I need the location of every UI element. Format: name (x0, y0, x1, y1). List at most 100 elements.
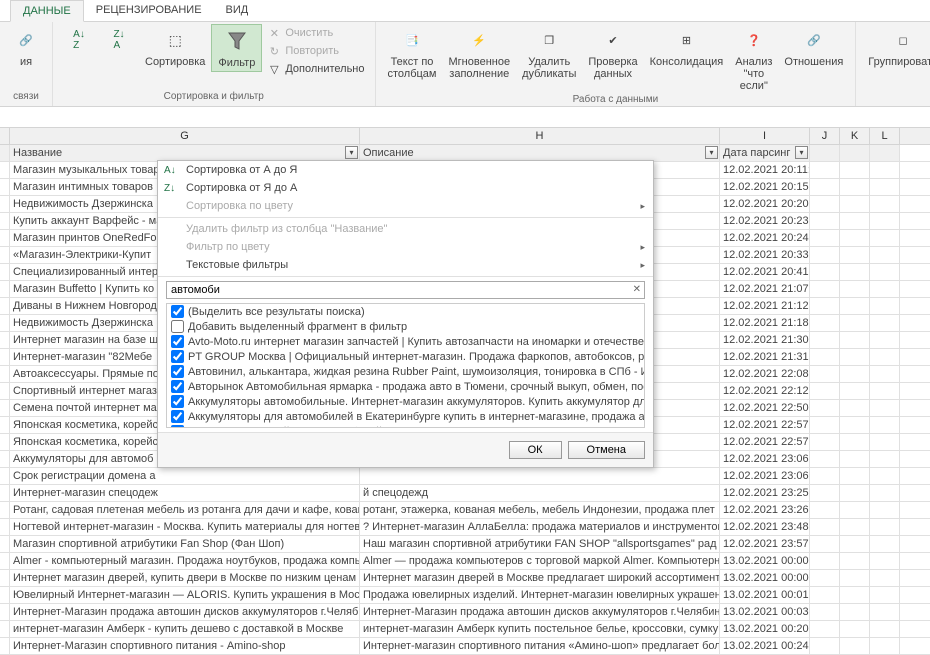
tab-review[interactable]: РЕЦЕНЗИРОВАНИЕ (84, 0, 214, 21)
cell-date[interactable]: 13.02.2021 00:00:48 (720, 570, 810, 586)
advanced-filter-button[interactable]: ▽Дополнительно (262, 60, 368, 78)
cell-name[interactable]: Almer - компьютерный магазин. Продажа но… (10, 553, 360, 569)
cell-date[interactable]: 12.02.2021 20:23:29 (720, 213, 810, 229)
cell-desc[interactable]: интернет-магазин Амберк купить постельно… (360, 621, 720, 637)
cell-date[interactable]: 13.02.2021 00:00:32 (720, 553, 810, 569)
cell-date[interactable]: 12.02.2021 20:11:25 (720, 162, 810, 178)
sort-az-button[interactable]: A↓Z (59, 24, 99, 58)
filter-search-input[interactable] (166, 281, 645, 299)
select-all-checkbox[interactable] (171, 305, 184, 318)
filter-value-item[interactable]: PT GROUP Москва | Официальный интернет-м… (167, 349, 644, 364)
cell-desc[interactable] (360, 468, 720, 484)
clear-col-filter-item[interactable]: Удалить фильтр из столбца "Название" (158, 220, 653, 238)
cell-date[interactable]: 12.02.2021 21:12:13 (720, 298, 810, 314)
cell-name[interactable]: Интернет-Магазин спортивного питания - A… (10, 638, 360, 654)
filter-value-checkbox[interactable] (171, 335, 184, 348)
whatif-button[interactable]: ❓Анализ "что если" (729, 24, 778, 94)
filter-value-item[interactable]: Аккумуляторы для автомобилей в Екатеринб… (167, 409, 644, 424)
sort-button[interactable]: ⬚Сортировка (139, 24, 211, 70)
cell-date[interactable]: 12.02.2021 20:20:31 (720, 196, 810, 212)
table-row[interactable]: Срок регистрации домена a 12.02.2021 23:0… (0, 468, 930, 485)
cell-desc[interactable]: Интернет-магазин спортивного питания «Ам… (360, 638, 720, 654)
consolidate-button[interactable]: ⊞Консолидация (644, 24, 730, 70)
col-header-h[interactable]: H (360, 128, 720, 144)
cell-date[interactable]: 12.02.2021 21:07:54 (720, 281, 810, 297)
col-header-k[interactable]: K (840, 128, 870, 144)
table-row[interactable]: Ногтевой интернет-магазин - Москва. Купи… (0, 519, 930, 536)
cell-name[interactable]: Магазин спортивной атрибутики Fan Shop (… (10, 536, 360, 552)
cell-date[interactable]: 13.02.2021 00:20:06 (720, 621, 810, 637)
cell-name[interactable]: Ногтевой интернет-магазин - Москва. Купи… (10, 519, 360, 535)
table-row[interactable]: Ротанг, садовая плетеная мебель из ротан… (0, 502, 930, 519)
table-row[interactable]: интернет-магазин Амберк - купить дешево … (0, 621, 930, 638)
cell-desc[interactable]: й спецодежд (360, 485, 720, 501)
filter-dropdown-name[interactable]: ▾ (345, 146, 358, 159)
filter-by-color-item[interactable]: Фильтр по цвету (158, 238, 653, 256)
tab-data[interactable]: ДАННЫЕ (10, 0, 84, 22)
remove-duplicates-button[interactable]: ❐Удалить дубликаты (516, 24, 582, 82)
filter-value-checkbox[interactable] (171, 365, 184, 378)
col-header-l[interactable]: L (870, 128, 900, 144)
text-to-columns-button[interactable]: 📑Текст по столбцам (382, 24, 443, 82)
relations-button[interactable]: 🔗Отношения (778, 24, 849, 70)
filter-value-item[interactable]: Автовинил, алькантара, жидкая резина Rub… (167, 364, 644, 379)
filter-dropdown-desc[interactable]: ▾ (705, 146, 718, 159)
col-header-g[interactable]: G (10, 128, 360, 144)
table-row[interactable]: Интернет-Магазин продажа автошин дисков … (0, 604, 930, 621)
cell-date[interactable]: 12.02.2021 20:15:20 (720, 179, 810, 195)
filter-value-item[interactable]: Avto-Moto.ru интернет магазин запчастей … (167, 334, 644, 349)
refresh-links-button[interactable]: 🔗 ия (6, 24, 46, 70)
group-button[interactable]: ◻Группировать (862, 24, 930, 70)
cell-date[interactable]: 12.02.2021 23:48:31 (720, 519, 810, 535)
cell-desc[interactable]: Продажа ювелирных изделий. Интернет-мага… (360, 587, 720, 603)
cell-name[interactable]: Ротанг, садовая плетеная мебель из ротан… (10, 502, 360, 518)
filter-value-checkbox[interactable] (171, 350, 184, 363)
table-row[interactable]: Интернет-Магазин спортивного питания - A… (0, 638, 930, 655)
cell-date[interactable]: 12.02.2021 20:41:11 (720, 264, 810, 280)
reapply-filter-button[interactable]: ↻Повторить (262, 42, 368, 60)
cell-date[interactable]: 13.02.2021 00:03:19 (720, 604, 810, 620)
cell-desc[interactable]: Интернет магазин дверей в Москве предлаг… (360, 570, 720, 586)
filter-value-checkbox[interactable] (171, 395, 184, 408)
clear-filter-button[interactable]: ✕Очистить (262, 24, 368, 42)
cell-date[interactable]: 12.02.2021 23:06:53 (720, 451, 810, 467)
filter-value-checkbox[interactable] (171, 410, 184, 423)
sort-za-button[interactable]: Z↓A (99, 24, 139, 58)
table-row[interactable]: Интернет магазин дверей, купить двери в … (0, 570, 930, 587)
cell-date[interactable]: 12.02.2021 23:26:45 (720, 502, 810, 518)
cell-name[interactable]: Интернет магазин дверей, купить двери в … (10, 570, 360, 586)
table-row[interactable]: Almer - компьютерный магазин. Продажа но… (0, 553, 930, 570)
sort-by-color-item[interactable]: Сортировка по цвету (158, 197, 653, 215)
cell-date[interactable]: 12.02.2021 23:57:29 (720, 536, 810, 552)
col-header-f[interactable] (0, 128, 10, 144)
cell-desc[interactable]: Наш магазин спортивной атрибутики FAN SH… (360, 536, 720, 552)
tab-view[interactable]: ВИД (214, 0, 261, 21)
cell-date[interactable]: 12.02.2021 22:50:00 (720, 400, 810, 416)
cell-date[interactable]: 12.02.2021 21:18:08 (720, 315, 810, 331)
cell-date[interactable]: 13.02.2021 00:01:43 (720, 587, 810, 603)
cell-date[interactable]: 12.02.2021 20:24:07 (720, 230, 810, 246)
data-validation-button[interactable]: ✔Проверка данных (582, 24, 643, 82)
cell-date[interactable]: 12.02.2021 23:25:21 (720, 485, 810, 501)
cell-date[interactable]: 12.02.2021 23:06:53 (720, 468, 810, 484)
select-all-results[interactable]: (Выделить все результаты поиска) (167, 304, 644, 319)
table-row[interactable]: Магазин спортивной атрибутики Fan Shop (… (0, 536, 930, 553)
ok-button[interactable]: ОК (509, 441, 562, 459)
filter-value-item[interactable]: Запчасти для корейских автомобилей в Мос… (167, 424, 644, 428)
cell-name[interactable]: Срок регистрации домена a (10, 468, 360, 484)
cell-desc[interactable]: ротанг, этажерка, кованая мебель, мебель… (360, 502, 720, 518)
cell-date[interactable]: 12.02.2021 22:57:04 (720, 417, 810, 433)
filter-button[interactable]: Фильтр (211, 24, 262, 72)
filter-value-item[interactable]: Авторынок Автомобильная ярмарка - продаж… (167, 379, 644, 394)
clear-search-icon[interactable]: ✕ (633, 284, 641, 295)
cell-name[interactable]: Интернет-Магазин продажа автошин дисков … (10, 604, 360, 620)
filter-value-checkbox[interactable] (171, 320, 184, 333)
table-row[interactable]: Интернет-магазин спецодежй спецодежд12.0… (0, 485, 930, 502)
filter-value-checkbox[interactable] (171, 425, 184, 428)
filter-value-item[interactable]: Аккумуляторы автомобильные. Интернет-маг… (167, 394, 644, 409)
cell-name[interactable]: Ювелирный Интернет-магазин — ALORIS. Куп… (10, 587, 360, 603)
sort-az-item[interactable]: A↓Сортировка от А до Я (158, 161, 653, 179)
sort-za-item[interactable]: Z↓Сортировка от Я до А (158, 179, 653, 197)
cell-desc[interactable]: Almer — продажа компьютеров с торговой м… (360, 553, 720, 569)
table-row[interactable]: Ювелирный Интернет-магазин — ALORIS. Куп… (0, 587, 930, 604)
